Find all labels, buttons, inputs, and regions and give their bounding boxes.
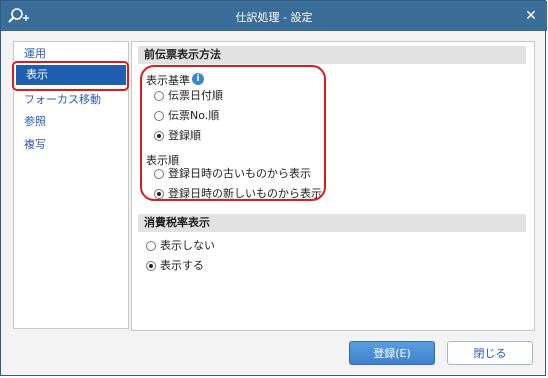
sidebar-item-reference[interactable]: 参照: [14, 112, 128, 132]
section-previous-slip-header: 前伝票表示方法: [138, 46, 526, 64]
radio-show-tax[interactable]: 表示する: [146, 258, 204, 274]
radio-circle: [146, 241, 156, 251]
register-button[interactable]: 登録(E): [349, 341, 435, 365]
sidebar-item-copy[interactable]: 複写: [14, 135, 128, 155]
radio-hide-tax[interactable]: 表示しない: [146, 238, 215, 254]
close-icon[interactable]: ✕: [521, 6, 541, 26]
sidebar-item-focus-move[interactable]: フォーカス移動: [14, 90, 128, 110]
section-tax-rate-header: 消費税率表示: [138, 214, 526, 232]
title-bar: 仕訳処理 - 設定 ✕: [1, 1, 547, 31]
close-button[interactable]: 閉じる: [447, 341, 533, 365]
highlight-display-options: [140, 65, 326, 201]
radio-label: 表示しない: [160, 239, 215, 252]
window-title: 仕訳処理 - 設定: [235, 11, 313, 24]
highlight-sidebar: [12, 61, 129, 91]
radio-label: 表示する: [160, 259, 204, 272]
radio-circle: [146, 261, 156, 271]
settings-window: 仕訳処理 - 設定 ✕ 運用 表示 フォーカス移動 参照 複写 前伝票表示方法 …: [0, 0, 547, 376]
